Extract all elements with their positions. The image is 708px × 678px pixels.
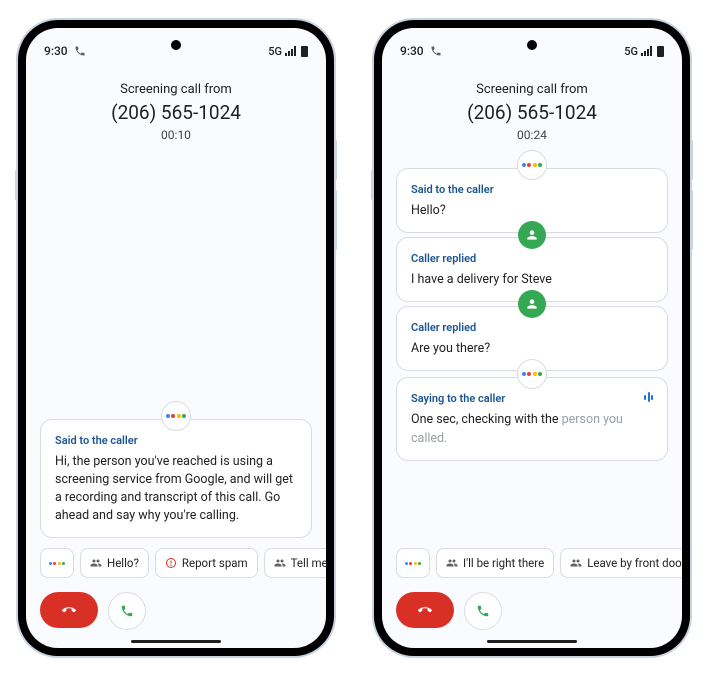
call-header: Screening call from (206) 565-1024 00:10 (26, 64, 326, 150)
call-timer: 00:10 (26, 128, 326, 142)
call-header: Screening call from (206) 565-1024 00:24 (382, 64, 682, 150)
group-icon (570, 557, 582, 569)
caller-avatar-icon (518, 221, 546, 249)
transcript-card-said: Said to the caller Hi, the person you've… (40, 419, 312, 539)
phone-status-icon (74, 45, 86, 57)
assistant-icon (517, 150, 547, 180)
call-timer: 00:24 (382, 128, 682, 142)
chip-label: I'll be right there (463, 556, 544, 570)
signal-icon (641, 46, 652, 56)
card-text: Hi, the person you've reached is using a… (55, 453, 297, 526)
answer-button[interactable] (464, 592, 502, 630)
spam-icon (165, 557, 177, 569)
chip-hello[interactable]: Hello? (80, 548, 149, 578)
group-icon (274, 557, 286, 569)
signal-icon (285, 46, 296, 56)
call-actions (382, 586, 682, 648)
power-button[interactable] (371, 170, 374, 200)
camera-notch (527, 40, 537, 50)
speaking-indicator-icon (644, 392, 653, 402)
transcript-area[interactable]: Said to the caller Hello? Caller replied… (382, 150, 682, 538)
caller-number: (206) 565-1024 (382, 101, 682, 124)
power-button[interactable] (15, 170, 18, 200)
hangup-button[interactable] (40, 592, 98, 628)
card-text: Hello? (411, 202, 653, 220)
volume-down-button[interactable] (690, 190, 693, 250)
card-label: Caller replied (411, 321, 653, 334)
header-title: Screening call from (382, 82, 682, 97)
chip-label: Tell me mo (291, 556, 326, 570)
chip-label: Hello? (107, 556, 139, 570)
home-indicator[interactable] (131, 640, 221, 643)
card-text: One sec, checking with the person you ca… (411, 411, 653, 447)
volume-up-button[interactable] (690, 140, 693, 180)
chip-label: Report spam (182, 556, 248, 570)
suggestion-chips: Hello? Report spam Tell me mo (26, 538, 326, 586)
phone-icon (476, 604, 490, 618)
hangup-icon (62, 603, 76, 617)
hangup-icon (418, 603, 432, 617)
transcript-area: Said to the caller Hi, the person you've… (26, 150, 326, 538)
network-label: 5G (624, 45, 638, 58)
volume-down-button[interactable] (334, 190, 337, 250)
chip-tell-more[interactable]: Tell me mo (264, 548, 326, 578)
card-label: Caller replied (411, 252, 653, 265)
clock: 9:30 (400, 44, 424, 58)
phone-mockup-2: 9:30 5G Screening call from (206) 565-10… (374, 20, 690, 656)
phone-mockup-1: 9:30 5G Screening call from (206) 565-10… (18, 20, 334, 656)
battery-icon (301, 46, 308, 57)
card-label: Said to the caller (411, 183, 653, 196)
screen: 9:30 5G Screening call from (206) 565-10… (382, 28, 682, 648)
phone-status-icon (430, 45, 442, 57)
camera-notch (171, 40, 181, 50)
assistant-chip[interactable] (40, 548, 74, 578)
clock: 9:30 (44, 44, 68, 58)
call-actions (26, 586, 326, 648)
suggestion-chips: I'll be right there Leave by front door (382, 538, 682, 586)
caller-number: (206) 565-1024 (26, 101, 326, 124)
group-icon (90, 557, 102, 569)
transcript-card-saying: Saying to the caller One sec, checking w… (396, 377, 668, 460)
group-icon (446, 557, 458, 569)
answer-button[interactable] (108, 592, 146, 630)
card-label: Said to the caller (55, 434, 297, 447)
card-label: Saying to the caller (411, 392, 653, 405)
chip-be-right-there[interactable]: I'll be right there (436, 548, 554, 578)
card-text: Are you there? (411, 340, 653, 358)
assistant-chip[interactable] (396, 548, 430, 578)
home-indicator[interactable] (487, 640, 577, 643)
phone-icon (120, 604, 134, 618)
hangup-button[interactable] (396, 592, 454, 628)
volume-up-button[interactable] (334, 140, 337, 180)
header-title: Screening call from (26, 82, 326, 97)
network-label: 5G (268, 45, 282, 58)
chip-report-spam[interactable]: Report spam (155, 548, 258, 578)
card-text: I have a delivery for Steve (411, 271, 653, 289)
assistant-icon (50, 556, 64, 570)
battery-icon (657, 46, 664, 57)
screen: 9:30 5G Screening call from (206) 565-10… (26, 28, 326, 648)
chip-label: Leave by front door (587, 556, 682, 570)
assistant-icon (406, 556, 420, 570)
assistant-icon (161, 401, 191, 431)
chip-leave-front-door[interactable]: Leave by front door (560, 548, 682, 578)
